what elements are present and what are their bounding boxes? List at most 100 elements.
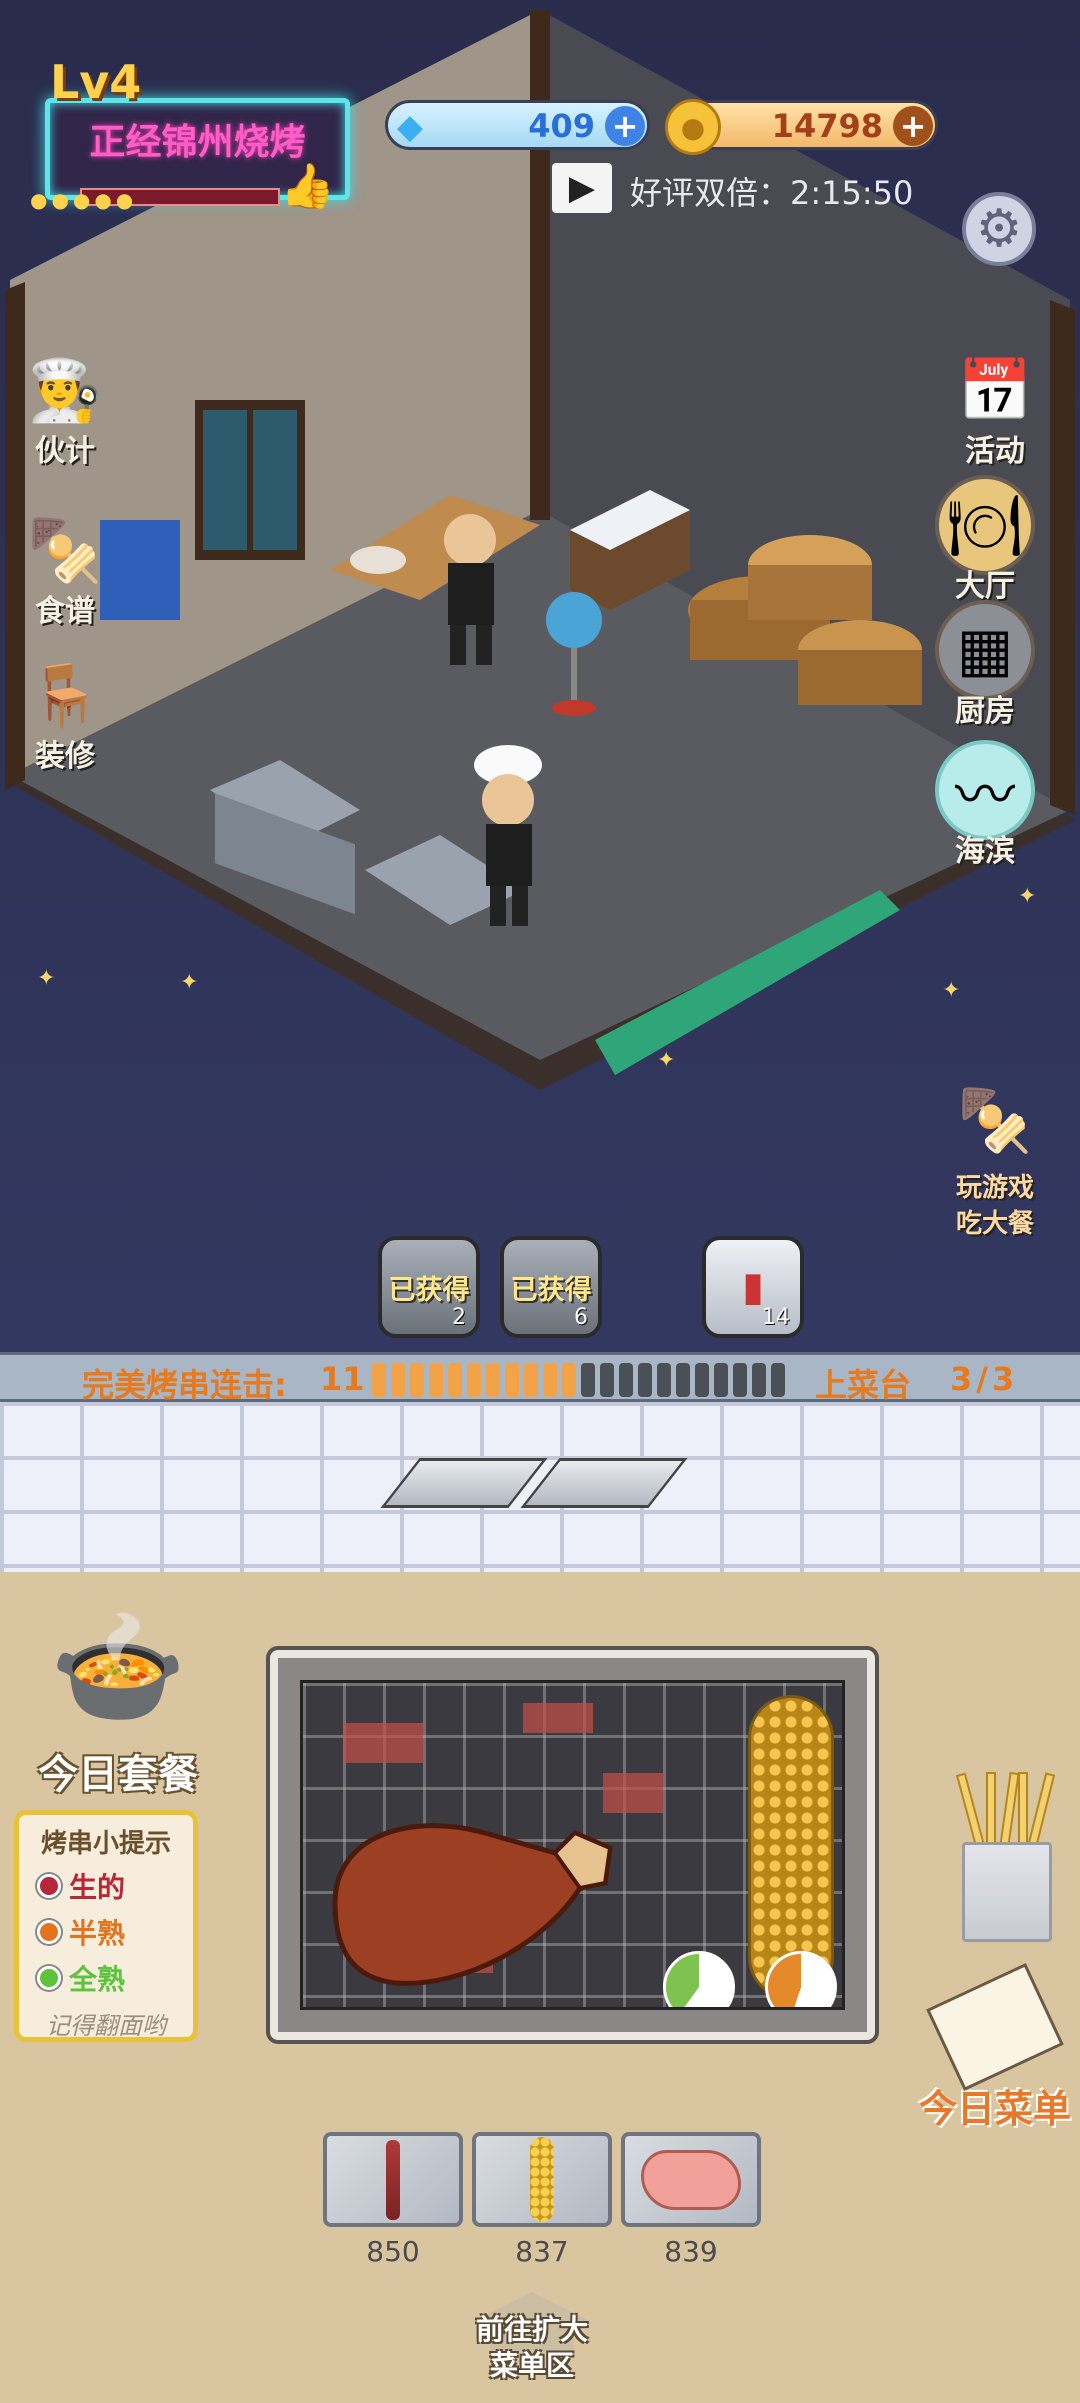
diamond-icon: ◆ — [396, 107, 424, 147]
gem-counter: ◆ 409 + — [385, 100, 650, 150]
expand-line-2: 菜单区 — [489, 2349, 574, 2382]
tip-done-label: 全熟 — [69, 1963, 126, 1996]
coin-icon: ● — [665, 99, 721, 155]
inventory-corn[interactable]: 837 — [472, 2132, 612, 2268]
combo-segment — [410, 1363, 424, 1397]
combo-segment — [771, 1363, 785, 1397]
double-reward-timer[interactable]: 好评双倍：2:15:50 — [630, 168, 913, 214]
inventory-skewer[interactable]: 850 — [323, 2132, 463, 2268]
thumbs-up-icon: 👍 — [280, 161, 335, 212]
sparkle-star-icon: ✦ — [1018, 884, 1037, 909]
combo-segment — [524, 1363, 538, 1397]
tile-count: 2 — [452, 1305, 466, 1330]
combo-segment — [391, 1363, 405, 1397]
meat-skewer-icon — [386, 2139, 400, 2220]
gear-icon[interactable]: ⚙ — [962, 192, 1036, 266]
kitchen-grill-icon: ▦ — [935, 600, 1035, 700]
tip-raw: 生的 — [37, 1866, 187, 1906]
reward-tile[interactable]: 已获得 6 — [500, 1236, 602, 1338]
combo-segment — [372, 1363, 386, 1397]
reward-tile[interactable]: 已获得 2 — [378, 1236, 480, 1338]
menu-paper-icon — [926, 1962, 1064, 2092]
activity-label: 活动 — [965, 434, 1025, 469]
combo-segment — [600, 1363, 614, 1397]
serving-counter-value: 3/3 — [950, 1360, 1019, 1398]
activity-button[interactable]: 📅 活动 — [945, 340, 1045, 470]
recipes-button[interactable]: 🍢 食谱 — [15, 500, 115, 630]
play-game-feast-button[interactable]: 🍢 玩游戏 吃大餐 — [945, 1070, 1045, 1242]
inventory-quantity: 837 — [515, 2235, 569, 2268]
sparkle-star-icon: ✦ — [37, 966, 56, 991]
daily-combo-button[interactable]: 🍲 今日套餐 — [18, 1592, 218, 1800]
combo-segment — [486, 1363, 500, 1397]
done-dot-icon — [37, 1966, 61, 1990]
combo-segment — [752, 1363, 766, 1397]
sparkle-star-icon: ✦ — [180, 970, 199, 995]
cup-icon: ▮ — [741, 1264, 764, 1310]
seaside-button[interactable]: 〰 海滨 — [935, 740, 1035, 870]
wall-post — [530, 10, 550, 520]
grill-tips-panel: 烤串小提示 生的 半熟 全熟 记得翻面哟 — [14, 1810, 198, 2042]
drumstick-cook-timer — [663, 1951, 735, 2007]
combo-segment — [429, 1363, 443, 1397]
inventory-slot[interactable] — [621, 2132, 761, 2227]
staff-label: 伙计 — [35, 434, 95, 469]
tips-title: 烤串小提示 — [40, 1829, 171, 1859]
combo-value: 11 — [320, 1360, 365, 1398]
promo-line-2: 吃大餐 — [955, 1209, 1034, 1239]
inventory-slot[interactable] — [472, 2132, 612, 2227]
kitchen-button[interactable]: ▦ 厨房 — [935, 600, 1035, 730]
combo-progress — [372, 1363, 785, 1397]
chef-hat-icon: 👨‍🍳 — [27, 355, 103, 426]
fries-cup[interactable] — [955, 1771, 1056, 1942]
restaurant-scene: ✦ ✦ ✦ ✦ ✦ 正经锦州烧烤 Lv4 ●●●●● 👍 ◆ 409 + ● 1… — [0, 0, 1080, 1352]
today-menu-button[interactable]: 今日菜单 — [910, 1962, 1080, 2133]
combo-segment — [467, 1363, 481, 1397]
tip-raw-label: 生的 — [69, 1871, 126, 1904]
sparkle-star-icon: ✦ — [657, 1048, 676, 1073]
combo-segment — [695, 1363, 709, 1397]
expand-line-1: 前往扩大 — [475, 2313, 588, 2346]
tile-count: 14 — [762, 1305, 790, 1330]
reward-tile[interactable]: ▮ 14 — [702, 1236, 804, 1338]
inventory-quantity: 850 — [366, 2235, 420, 2268]
drumstick-icon — [641, 2149, 741, 2210]
tile-label: 已获得 — [510, 1274, 592, 1306]
corn-icon — [530, 2137, 554, 2222]
combo-segment — [505, 1363, 519, 1397]
combo-label: 完美烤串连击: — [82, 1366, 287, 1404]
tip-medium-label: 半熟 — [69, 1917, 126, 1950]
expand-menu-button[interactable]: 前往扩大 菜单区 — [462, 2292, 602, 2392]
serving-plate[interactable] — [520, 1458, 688, 1508]
hall-button[interactable]: 🍽 大厅 — [935, 475, 1035, 605]
drumstick-on-grill[interactable] — [325, 1793, 625, 1993]
level-dots-icon: ●●●●● — [30, 188, 138, 212]
serving-plate[interactable] — [380, 1458, 548, 1508]
kebab-plate-icon: 🍢 — [957, 1085, 1033, 1156]
table-icon: 🪑 — [27, 660, 103, 731]
today-menu-label: 今日菜单 — [918, 2087, 1071, 2131]
inventory-drumstick[interactable]: 839 — [621, 2132, 761, 2268]
combo-segment — [676, 1363, 690, 1397]
tile-label: 已获得 — [388, 1274, 470, 1306]
inventory-slot[interactable] — [323, 2132, 463, 2227]
combo-segment — [657, 1363, 671, 1397]
combo-segment — [448, 1363, 462, 1397]
recipes-label: 食谱 — [35, 594, 95, 629]
medium-dot-icon — [37, 1920, 61, 1944]
decor-button[interactable]: 🪑 装修 — [15, 645, 115, 775]
add-gems-button[interactable]: + — [605, 106, 645, 146]
play-video-icon[interactable]: ▶ — [552, 163, 612, 213]
raw-dot-icon — [37, 1874, 61, 1898]
grill — [270, 1650, 875, 2040]
staff-button[interactable]: 👨‍🍳 伙计 — [15, 340, 115, 470]
promo-line-1: 玩游戏 — [955, 1173, 1034, 1203]
tip-done: 全熟 — [37, 1958, 187, 1998]
combo-segment — [619, 1363, 633, 1397]
add-coins-button[interactable]: + — [893, 106, 933, 146]
skewer-plate-icon: 🍢 — [27, 515, 103, 586]
daily-combo-label: 今日套餐 — [38, 1752, 198, 1798]
grill-grate — [300, 1680, 845, 2010]
serving-counter — [0, 1402, 1080, 1572]
coin-amount: 14798 — [771, 107, 883, 145]
